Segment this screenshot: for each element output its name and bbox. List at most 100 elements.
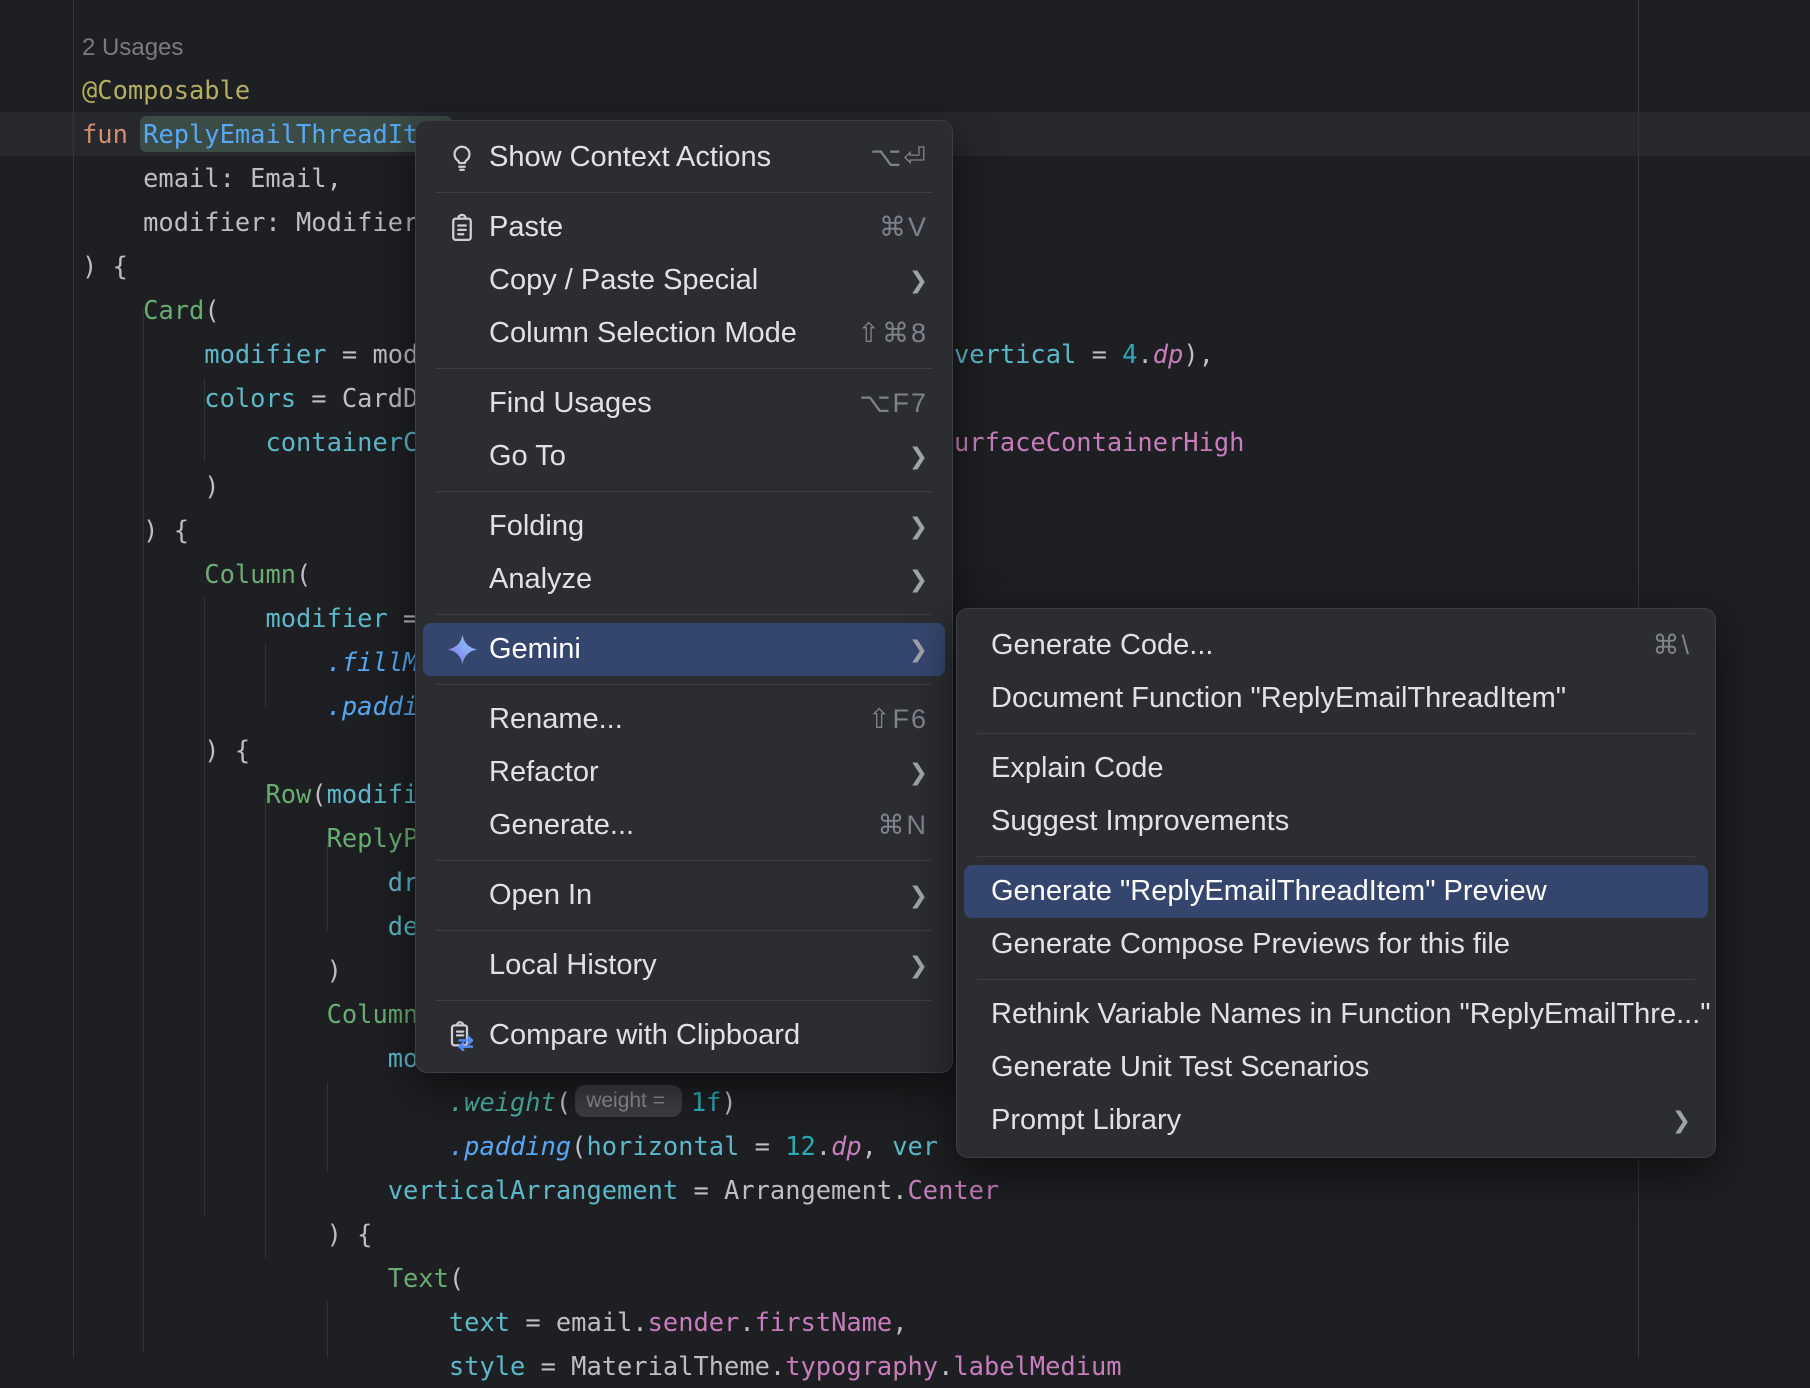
code-line[interactable]: Card( — [82, 288, 220, 332]
code-token: modifier — [265, 603, 387, 633]
shortcut-hint: ⌥⏎ — [840, 142, 928, 173]
menu-item-generate-compose-previews-for-this-file[interactable]: Generate Compose Previews for this file — [964, 918, 1708, 971]
code-token: . — [892, 1175, 907, 1205]
menu-item-document-function-replyemailthreaditem[interactable]: Document Function "ReplyEmailThreadItem" — [964, 672, 1708, 725]
menu-item-compare-with-clipboard[interactable]: Compare with Clipboard — [423, 1009, 945, 1062]
chevron-right-icon: ❯ — [879, 513, 928, 540]
menu-item-suggest-improvements[interactable]: Suggest Improvements — [964, 795, 1708, 848]
code-line[interactable]: fun ReplyEmailThreadItem( — [82, 112, 464, 156]
code-line[interactable]: Row(modifi — [82, 772, 418, 816]
code-token: . — [938, 1351, 953, 1381]
code-line[interactable]: ) { — [82, 508, 189, 552]
code-token — [82, 1131, 449, 1161]
menu-item-show-context-actions[interactable]: Show Context Actions ⌥⏎ — [423, 131, 945, 184]
code-token: Text — [388, 1263, 449, 1293]
menu-item-explain-code[interactable]: Explain Code — [964, 742, 1708, 795]
code-token: = mod — [327, 339, 419, 369]
code-line[interactable]: 2 Usages — [82, 24, 183, 70]
code-token: ) { — [82, 251, 128, 281]
code-line[interactable]: ) { — [82, 244, 128, 288]
code-token: sender — [648, 1307, 740, 1337]
code-line[interactable]: email: Email, — [82, 156, 342, 200]
code-line[interactable]: style = MaterialTheme.typography.labelMe… — [82, 1344, 1122, 1388]
code-line[interactable]: modifier: Modifier — [82, 200, 418, 244]
code-line[interactable]: @Composable — [82, 68, 250, 112]
menu-item-open-in[interactable]: Open In❯ — [423, 869, 945, 922]
menu-item-label: Folding — [489, 510, 584, 543]
menu-item-generate-replyemailthreaditem-preview[interactable]: Generate "ReplyEmailThreadItem" Preview — [964, 865, 1708, 918]
code-token: . — [770, 1351, 785, 1381]
code-token: 2 Usages — [82, 34, 183, 61]
menu-item-folding[interactable]: Folding ❯ — [423, 500, 945, 553]
code-token — [82, 999, 327, 1029]
code-line[interactable]: .paddi — [82, 684, 418, 728]
menu-item-local-history[interactable]: Local History❯ — [423, 939, 945, 992]
code-token — [82, 779, 265, 809]
code-line[interactable]: ) { — [82, 1212, 372, 1256]
menu-item-rename[interactable]: Rename...⇧F6 — [423, 693, 945, 746]
code-line[interactable]: mo — [82, 1036, 418, 1080]
code-line[interactable]: modifier = mod — [82, 332, 418, 376]
menu-item-rethink-variable-names-in-function-replyemailthre[interactable]: Rethink Variable Names in Function "Repl… — [964, 988, 1708, 1041]
code-line[interactable]: .fillM — [82, 640, 418, 684]
code-line[interactable]: Column( — [82, 552, 311, 596]
code-line[interactable]: Column — [82, 992, 418, 1036]
code-token: labelMedium — [953, 1351, 1121, 1381]
code-line[interactable]: text = email.sender.firstName, — [82, 1300, 908, 1344]
code-token: .padding — [449, 1131, 571, 1161]
menu-item-label: Generate... — [489, 809, 634, 842]
code-token — [82, 691, 327, 721]
menu-separator — [977, 856, 1695, 857]
code-token: ( — [311, 779, 326, 809]
code-line[interactable]: urfaceContainerHigh — [954, 420, 1244, 464]
menu-item-find-usages[interactable]: Find Usages⌥F7 — [423, 377, 945, 430]
code-line[interactable]: ReplyP — [82, 816, 418, 860]
code-token: ), — [1183, 339, 1214, 369]
menu-item-label: Generate Unit Test Scenarios — [991, 1051, 1369, 1084]
code-token: . — [1137, 339, 1152, 369]
menu-item-copy-paste-special[interactable]: Copy / Paste Special❯ — [423, 254, 945, 307]
code-line[interactable]: .padding(horizontal = 12.dp, ver — [82, 1124, 938, 1168]
menu-item-analyze[interactable]: Analyze❯ — [423, 553, 945, 606]
menu-item-label: Document Function "ReplyEmailThreadItem" — [991, 682, 1566, 715]
code-token: = — [525, 1351, 571, 1381]
menu-item-paste[interactable]: Paste⌘V — [423, 201, 945, 254]
code-token: , — [892, 1307, 907, 1337]
code-token: .weight — [449, 1087, 556, 1117]
menu-item-generate[interactable]: Generate...⌘N — [423, 799, 945, 852]
chevron-right-icon: ❯ — [879, 952, 928, 979]
menu-item-label: Generate Compose Previews for this file — [991, 928, 1510, 961]
menu-item-prompt-library[interactable]: Prompt Library❯ — [964, 1094, 1708, 1147]
code-token — [82, 1351, 449, 1381]
menu-item-generate-code[interactable]: Generate Code...⌘\ — [964, 619, 1708, 672]
menu-item-refactor[interactable]: Refactor❯ — [423, 746, 945, 799]
code-token: horizontal — [586, 1131, 739, 1161]
code-line[interactable]: .weight(weight = 1f) — [82, 1080, 737, 1124]
code-line[interactable]: verticalArrangement = Arrangement.Center — [82, 1168, 999, 1212]
code-line[interactable]: ) — [82, 464, 220, 508]
code-token: ( — [556, 1087, 571, 1117]
menu-item-label: Show Context Actions — [489, 141, 771, 174]
code-line[interactable]: modifier = — [82, 596, 418, 640]
code-token: urfaceContainerHigh — [954, 427, 1244, 457]
code-token: ) { — [82, 735, 250, 765]
code-line[interactable]: ) { — [82, 728, 250, 772]
code-line[interactable]: containerC — [82, 420, 418, 464]
menu-item-column-selection-mode[interactable]: Column Selection Mode⇧⌘8 — [423, 307, 945, 360]
menu-item-label: Generate "ReplyEmailThreadItem" Preview — [991, 875, 1547, 908]
code-line[interactable]: ) — [82, 948, 342, 992]
menu-separator — [436, 684, 932, 685]
menu-item-go-to[interactable]: Go To❯ — [423, 430, 945, 483]
code-line[interactable]: vertical = 4.dp), — [954, 332, 1214, 376]
code-token: ) { — [82, 515, 189, 545]
code-line[interactable]: Text( — [82, 1256, 464, 1300]
code-token: dr — [388, 867, 419, 897]
clipboard-compare-icon — [439, 1021, 485, 1051]
code-line[interactable]: colors = CardD — [82, 376, 418, 420]
code-line[interactable]: de — [82, 904, 418, 948]
code-line[interactable]: dr — [82, 860, 418, 904]
code-token: = — [510, 1307, 556, 1337]
menu-item-generate-unit-test-scenarios[interactable]: Generate Unit Test Scenarios — [964, 1041, 1708, 1094]
menu-item-gemini[interactable]: Gemini❯ — [423, 623, 945, 676]
code-token: ver — [892, 1131, 938, 1161]
